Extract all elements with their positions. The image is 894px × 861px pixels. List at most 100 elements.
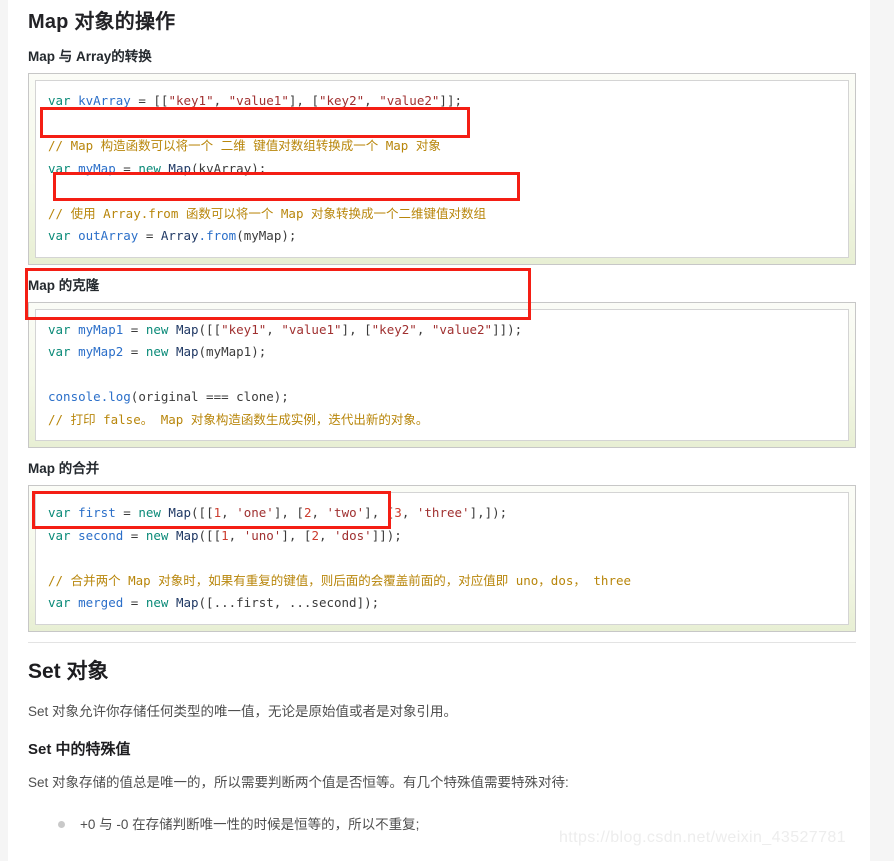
- token-object: console: [48, 389, 101, 404]
- set-intro-text: Set 对象允许你存储任何类型的唯一值，无论是原始值或者是对象引用。: [28, 703, 458, 719]
- article-content: Map 对象的操作 Map 与 Array的转换 var kvArray = […: [8, 0, 870, 861]
- token-punct: =: [138, 228, 161, 243]
- token-number: 1: [221, 527, 229, 543]
- code-block-map-clone: var myMap1 = new Map([["key1", "value1"]…: [28, 301, 856, 448]
- code-comment-line: // 使用 Array.from 函数可以将一个 Map 对象转换成一个二维键值…: [48, 205, 487, 221]
- token-var: var: [48, 527, 71, 543]
- token-identifier: kvArray: [78, 93, 131, 108]
- heading-set-object: Set 对象: [28, 659, 109, 683]
- token-punct: ]]);: [371, 527, 402, 543]
- token-string: 'two': [326, 505, 365, 520]
- code-comment-line: // 打印 false。 Map 对象构造函数生成实例，迭代出新的对象。: [48, 411, 429, 427]
- token-method: .from: [198, 228, 237, 243]
- heading-map-merge: Map 的合并: [28, 461, 100, 476]
- token-new: new: [145, 527, 169, 543]
- token-punct: ], [: [364, 505, 395, 520]
- token-identifier: myMap1: [78, 321, 124, 337]
- token-punct: ,: [364, 93, 380, 108]
- heading-map-array-convert: Map 与 Array的转换: [28, 49, 152, 64]
- token-string: "value2": [379, 93, 440, 108]
- token-punct: ], [: [288, 93, 319, 108]
- token-var: var: [48, 228, 71, 243]
- token-punct: ], [: [341, 321, 372, 337]
- token-class: Map: [168, 595, 199, 610]
- token-punct: =: [123, 527, 146, 543]
- token-punct: ,: [401, 505, 417, 520]
- token-punct: ,: [213, 93, 229, 108]
- token-args: (kvArray);: [191, 160, 267, 176]
- token-args: (original === clone);: [130, 389, 289, 404]
- token-class: Map: [168, 344, 199, 359]
- token-number: 2: [311, 527, 319, 543]
- token-punct: ]];: [439, 93, 462, 108]
- token-identifier: first: [78, 505, 116, 520]
- token-args: (myMap);: [236, 228, 297, 243]
- code-content-map-array[interactable]: var kvArray = [["key1", "value1"], ["key…: [35, 80, 849, 258]
- token-punct: ,: [416, 321, 432, 337]
- token-punct: ,: [221, 505, 237, 520]
- code-block-map-merge: var first = new Map([[1, 'one'], [2, 'tw…: [28, 485, 856, 632]
- token-punct: =: [123, 595, 146, 610]
- token-punct: ([[: [198, 321, 222, 337]
- token-new: new: [138, 160, 161, 176]
- token-punct: ]]);: [492, 321, 523, 337]
- token-args: ([...first, ...second]);: [198, 595, 380, 610]
- token-punct: ,: [318, 527, 335, 543]
- token-class: Map: [168, 527, 199, 543]
- code-content-map-clone[interactable]: var myMap1 = new Map([["key1", "value1"]…: [35, 308, 849, 441]
- token-punct: ([[: [198, 527, 222, 543]
- token-identifier: second: [78, 527, 124, 543]
- token-string: "value1": [281, 321, 342, 337]
- token-identifier: myMap2: [78, 344, 124, 359]
- token-string: 'uno': [243, 527, 282, 543]
- code-comment-line: // Map 构造函数可以将一个 二维 键值对数组转换成一个 Map 对象: [48, 138, 441, 153]
- token-new: new: [145, 595, 169, 610]
- token-identifier: merged: [78, 595, 124, 610]
- token-string: "key2": [318, 93, 365, 108]
- token-punct: ,: [266, 321, 282, 337]
- token-class: Map: [168, 321, 199, 337]
- watermark-url: https://blog.csdn.net/weixin_43527781: [559, 829, 846, 846]
- token-class: Array: [160, 228, 199, 243]
- token-string: 'one': [236, 505, 274, 520]
- token-new: new: [145, 321, 169, 337]
- token-punct: =: [115, 160, 139, 176]
- token-punct: =: [115, 505, 139, 520]
- token-string: "key2": [371, 321, 417, 337]
- token-new: new: [138, 505, 161, 520]
- token-punct: ([[: [191, 505, 214, 520]
- page-title: Map 对象的操作: [28, 11, 176, 33]
- token-number: 3: [394, 505, 402, 520]
- token-string: 'three': [416, 505, 470, 520]
- code-block-map-array: var kvArray = [["key1", "value1"], ["key…: [28, 73, 856, 265]
- token-punct: ,: [311, 505, 327, 520]
- article-page: Map 对象的操作 Map 与 Array的转换 var kvArray = […: [8, 0, 870, 861]
- token-punct: ], [: [281, 527, 312, 543]
- token-string: "value2": [431, 321, 493, 337]
- token-var: var: [48, 160, 71, 176]
- token-number: 1: [213, 505, 222, 520]
- code-comment-line: // 合并两个 Map 对象时，如果有重复的键值，则后面的会覆盖前面的，对应值即…: [48, 572, 632, 588]
- heading-map-clone: Map 的克隆: [28, 277, 100, 293]
- token-new: new: [145, 344, 169, 359]
- token-punct: = [[: [130, 93, 169, 108]
- token-string: "key1": [168, 93, 214, 108]
- token-var: var: [48, 321, 71, 337]
- token-punct: ], [: [273, 505, 304, 520]
- set-special-values-text: Set 对象存储的值总是唯一的，所以需要判断两个值是否恒等。有几个特殊值需要特殊…: [28, 774, 569, 790]
- token-string: 'dos': [334, 527, 372, 543]
- token-identifier: outArray: [78, 228, 139, 243]
- token-var: var: [48, 344, 71, 359]
- token-identifier: myMap: [78, 160, 116, 176]
- token-punct: =: [123, 321, 146, 337]
- token-punct: =: [123, 344, 146, 359]
- token-class: Map: [160, 505, 192, 520]
- token-var: var: [48, 505, 71, 520]
- token-punct: ],]);: [469, 505, 508, 520]
- token-method: .log: [100, 389, 131, 404]
- token-args: (myMap1);: [198, 344, 267, 359]
- code-content-map-merge[interactable]: var first = new Map([[1, 'one'], [2, 'tw…: [35, 492, 849, 625]
- token-class: Map: [160, 160, 192, 176]
- token-string: "value1": [228, 93, 289, 108]
- token-var: var: [48, 595, 71, 610]
